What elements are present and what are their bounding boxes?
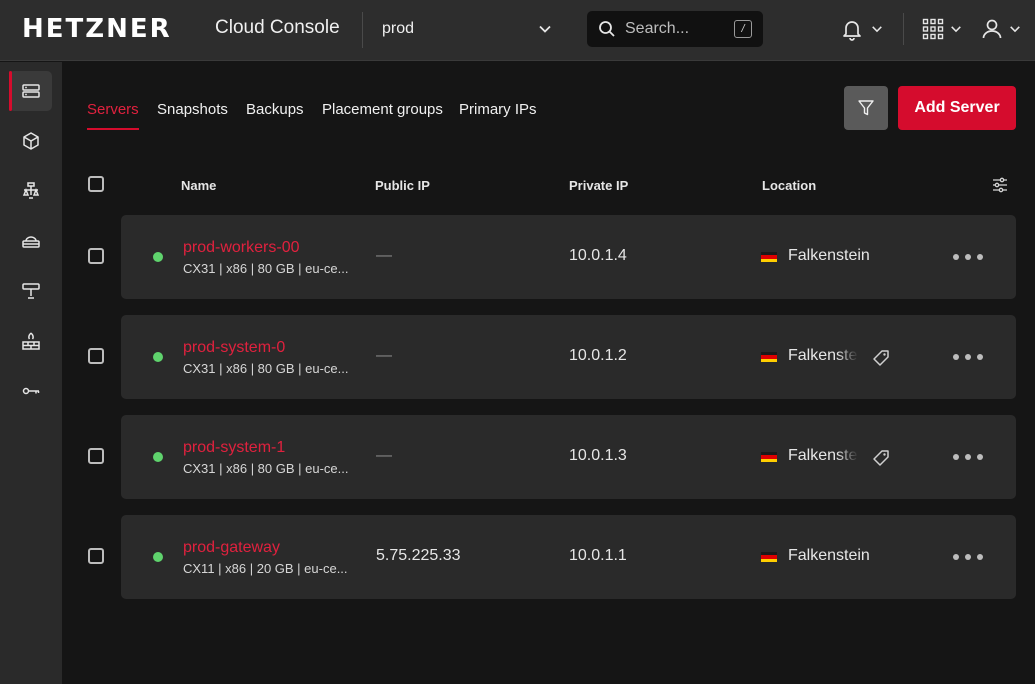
status-running-dot xyxy=(153,352,163,362)
private-ip: 10.0.1.2 xyxy=(569,347,627,364)
load-balancers-icon xyxy=(22,182,40,199)
chevron-down-icon xyxy=(1010,26,1020,33)
floating-ips-icon xyxy=(22,283,40,299)
column-header-name[interactable]: Name xyxy=(181,178,216,193)
server-name-link[interactable]: prod-system-1 xyxy=(183,439,285,457)
security-key-icon xyxy=(22,387,40,395)
divider xyxy=(903,13,904,45)
account-menu-button[interactable] xyxy=(980,14,1022,44)
status-running-dot xyxy=(153,252,163,262)
tab-placement-groups[interactable]: Placement groups xyxy=(322,101,443,118)
server-specs: CX31 | x86 | 80 GB | eu-ce... xyxy=(183,361,349,376)
console-title: Cloud Console xyxy=(215,17,340,38)
sidebar-item-floating-ips[interactable] xyxy=(9,271,52,311)
chevron-down-icon xyxy=(539,25,551,33)
search-input[interactable]: Search... / xyxy=(587,11,763,47)
server-specs: CX31 | x86 | 80 GB | eu-ce... xyxy=(183,461,349,476)
column-settings-icon[interactable] xyxy=(992,177,1008,193)
tab-servers[interactable]: Servers xyxy=(87,101,139,130)
table-row[interactable]: prod-system-0 CX31 | x86 | 80 GB | eu-ce… xyxy=(121,315,1016,399)
germany-flag-icon xyxy=(761,452,777,462)
public-ip[interactable]: 5.75.225.33 xyxy=(376,547,461,565)
more-actions-button[interactable] xyxy=(953,548,983,566)
hetzner-logo[interactable]: HETZNER xyxy=(22,14,172,44)
servers-icon xyxy=(22,84,40,98)
search-icon xyxy=(599,21,615,37)
private-ip: 10.0.1.1 xyxy=(569,547,627,564)
column-header-private-ip[interactable]: Private IP xyxy=(569,178,628,193)
sidebar-item-volumes[interactable] xyxy=(9,121,52,161)
label-tag-icon[interactable] xyxy=(871,448,891,468)
public-ip: — xyxy=(376,347,392,364)
more-actions-button[interactable] xyxy=(953,348,983,366)
sidebar-item-firewalls[interactable] xyxy=(9,321,52,361)
location-name: Falkenstein xyxy=(788,547,870,564)
sidebar-item-networks[interactable] xyxy=(9,221,52,261)
row-checkbox[interactable] xyxy=(88,448,104,464)
public-ip: — xyxy=(376,247,392,264)
public-ip: — xyxy=(376,447,392,464)
location-name: Falkenstein xyxy=(788,447,858,464)
sidebar-item-load-balancers[interactable] xyxy=(9,171,52,211)
private-ip: 10.0.1.3 xyxy=(569,447,627,464)
germany-flag-icon xyxy=(761,252,777,262)
top-bar: HETZNER Cloud Console prod Search... / xyxy=(0,0,1035,61)
search-placeholder: Search... xyxy=(625,20,690,37)
column-header-location[interactable]: Location xyxy=(762,178,816,193)
location-name: Falkenstein xyxy=(788,247,870,264)
project-selector[interactable]: prod xyxy=(362,12,562,46)
more-actions-button[interactable] xyxy=(953,448,983,466)
filter-icon xyxy=(858,100,874,116)
notifications-button[interactable] xyxy=(840,14,886,44)
row-checkbox[interactable] xyxy=(88,248,104,264)
table-row[interactable]: prod-gateway CX11 | x86 | 20 GB | eu-ce.… xyxy=(121,515,1016,599)
search-shortcut-badge: / xyxy=(734,20,752,38)
select-all-checkbox[interactable] xyxy=(88,176,104,192)
more-actions-button[interactable] xyxy=(953,248,983,266)
tab-snapshots[interactable]: Snapshots xyxy=(157,101,228,118)
row-checkbox[interactable] xyxy=(88,348,104,364)
server-name-link[interactable]: prod-system-0 xyxy=(183,339,285,357)
location-name: Falkenstein xyxy=(788,347,858,364)
row-checkbox[interactable] xyxy=(88,548,104,564)
sidebar-item-servers[interactable] xyxy=(9,71,52,111)
germany-flag-icon xyxy=(761,352,777,362)
label-tag-icon[interactable] xyxy=(871,348,891,368)
apps-menu-button[interactable] xyxy=(922,14,964,44)
server-name-link[interactable]: prod-gateway xyxy=(183,539,280,557)
chevron-down-icon xyxy=(872,26,882,33)
add-server-button[interactable]: Add Server xyxy=(898,86,1016,130)
bell-icon xyxy=(843,21,861,41)
server-name-link[interactable]: prod-workers-00 xyxy=(183,239,299,257)
chevron-down-icon xyxy=(951,26,961,33)
tab-backups[interactable]: Backups xyxy=(246,101,304,118)
status-running-dot xyxy=(153,552,163,562)
table-row[interactable]: prod-workers-00 CX31 | x86 | 80 GB | eu-… xyxy=(121,215,1016,299)
column-header-public-ip[interactable]: Public IP xyxy=(375,178,430,193)
status-running-dot xyxy=(153,452,163,462)
project-name: prod xyxy=(382,20,415,37)
networks-icon xyxy=(22,236,40,248)
grid-apps-icon xyxy=(922,18,944,40)
germany-flag-icon xyxy=(761,552,777,562)
sidebar xyxy=(0,62,62,684)
tab-primary-ips[interactable]: Primary IPs xyxy=(459,101,537,118)
server-specs: CX11 | x86 | 20 GB | eu-ce... xyxy=(183,561,348,576)
volumes-icon xyxy=(23,132,39,150)
server-specs: CX31 | x86 | 80 GB | eu-ce... xyxy=(183,261,349,276)
table-row[interactable]: prod-system-1 CX31 | x86 | 80 GB | eu-ce… xyxy=(121,415,1016,499)
private-ip: 10.0.1.4 xyxy=(569,247,627,264)
user-icon xyxy=(982,19,1002,39)
sidebar-item-security[interactable] xyxy=(9,371,52,411)
filter-button[interactable] xyxy=(844,86,888,130)
firewalls-icon xyxy=(22,332,40,350)
